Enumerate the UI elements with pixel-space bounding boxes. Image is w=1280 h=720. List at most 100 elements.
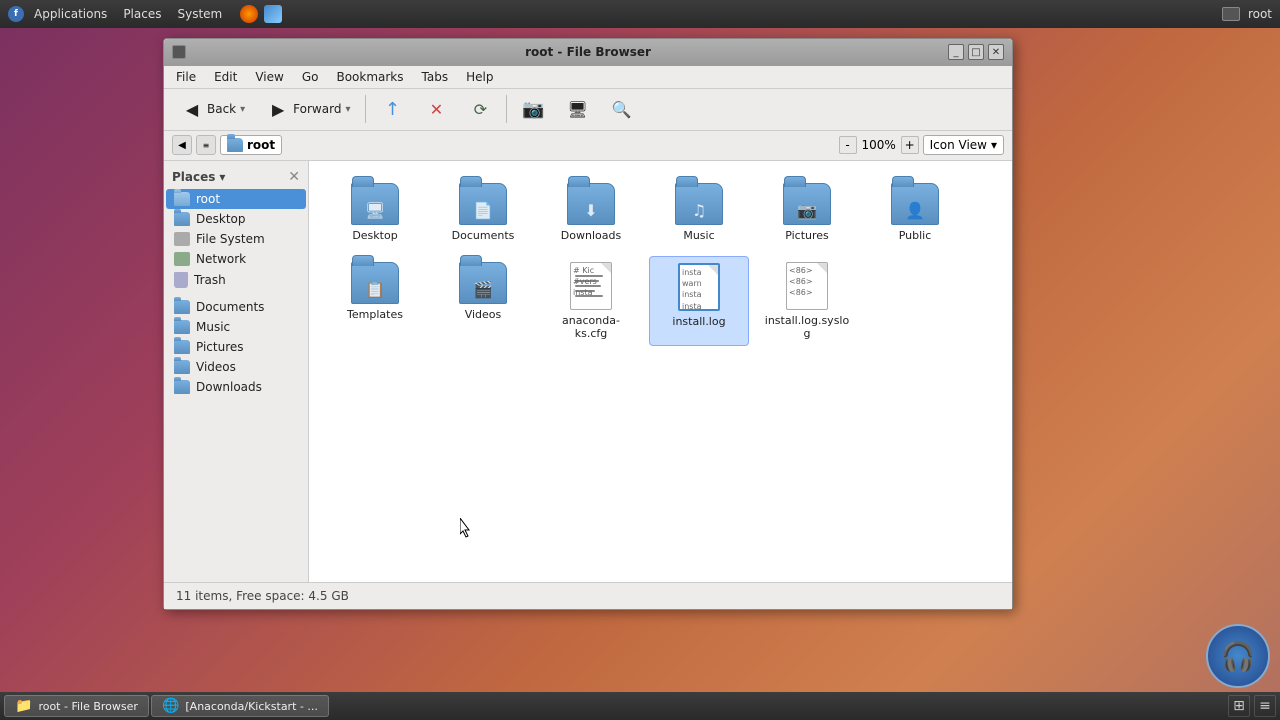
- sidebar-close-icon[interactable]: ✕: [288, 169, 300, 185]
- location-back-button[interactable]: ◀: [172, 135, 192, 155]
- sidebar-item-music[interactable]: Music: [166, 317, 306, 337]
- videos-folder-icon: 🎬: [459, 262, 507, 304]
- templates-folder-icon: 📋: [351, 262, 399, 304]
- top-panel-right: root: [1222, 7, 1272, 21]
- taskbar-anaconda-label: [Anaconda/Kickstart - ...: [185, 700, 317, 713]
- desktop-sidebar-icon: [174, 212, 190, 226]
- sidebar-item-videos-label: Videos: [196, 360, 236, 374]
- up-button[interactable]: ↑: [372, 93, 412, 125]
- reload-button[interactable]: ⟳: [460, 93, 500, 125]
- home-button[interactable]: 📷: [513, 93, 553, 125]
- taskbar-file-browser[interactable]: 📁 root - File Browser: [4, 695, 149, 717]
- documents-folder-icon: 📄: [459, 183, 507, 225]
- taskbar-right: ⊞ ≡: [1228, 695, 1276, 717]
- file-item-music[interactable]: ♫ Music: [649, 177, 749, 248]
- search-icon: 🔍: [610, 98, 632, 120]
- sidebar-item-videos[interactable]: Videos: [166, 357, 306, 377]
- sidebar-item-documents[interactable]: Documents: [166, 297, 306, 317]
- taskbar-anaconda[interactable]: 🌐 [Anaconda/Kickstart - ...: [151, 695, 329, 717]
- taskbar: 📁 root - File Browser 🌐 [Anaconda/Kickst…: [0, 692, 1280, 720]
- anaconda-cfg-icon: # Kic#versinsta: [570, 262, 612, 310]
- location-path[interactable]: root: [220, 135, 282, 155]
- menu-view[interactable]: View: [247, 68, 291, 86]
- maximize-button[interactable]: □: [968, 44, 984, 60]
- file-item-public[interactable]: 👤 Public: [865, 177, 965, 248]
- zoom-out-button[interactable]: -: [839, 136, 857, 154]
- sidebar-item-documents-label: Documents: [196, 300, 264, 314]
- username-label: root: [1248, 7, 1272, 21]
- sidebar-item-trash[interactable]: Trash: [166, 269, 306, 291]
- places-menu[interactable]: Places: [117, 5, 167, 23]
- system-menu[interactable]: System: [171, 5, 228, 23]
- computer-button[interactable]: 🖥: [557, 93, 597, 125]
- top-panel: f Applications Places System root: [0, 0, 1280, 28]
- minimize-button[interactable]: _: [948, 44, 964, 60]
- menu-edit[interactable]: Edit: [206, 68, 245, 86]
- sidebar-item-network[interactable]: Network: [166, 249, 306, 269]
- taskbar-grid-icon[interactable]: ⊞: [1228, 695, 1250, 717]
- close-button[interactable]: ✕: [988, 44, 1004, 60]
- file-item-pictures[interactable]: 📷 Pictures: [757, 177, 857, 248]
- file-item-documents[interactable]: 📄 Documents: [433, 177, 533, 248]
- back-button[interactable]: ◀ Back ▾: [172, 93, 254, 125]
- toolbar-separator-1: [365, 95, 366, 123]
- window-title: root - File Browser: [525, 45, 651, 59]
- sidebar-item-desktop[interactable]: Desktop: [166, 209, 306, 229]
- sidebar-item-root[interactable]: root: [166, 189, 306, 209]
- taskbar-file-browser-label: root - File Browser: [38, 700, 138, 713]
- location-toggle-button[interactable]: ≡: [196, 135, 216, 155]
- sidebar-item-filesystem[interactable]: File System: [166, 229, 306, 249]
- file-item-anaconda-cfg[interactable]: # Kic#versinsta anaconda-ks.cfg: [541, 256, 641, 346]
- sidebar-header[interactable]: Places ▾ ✕: [164, 165, 308, 189]
- install-log-syslog-label: install.log.syslog: [762, 314, 852, 340]
- file-item-downloads[interactable]: ⬇ Downloads: [541, 177, 641, 248]
- stop-button[interactable]: ✕: [416, 93, 456, 125]
- pictures-sidebar-icon: [174, 340, 190, 354]
- music-sidebar-icon: [174, 320, 190, 334]
- menu-go[interactable]: Go: [294, 68, 327, 86]
- sidebar-item-pictures-label: Pictures: [196, 340, 244, 354]
- forward-button[interactable]: ▶ Forward ▾: [258, 93, 359, 125]
- taskbar-folder-icon: 📁: [15, 698, 32, 714]
- up-arrow-icon: ↑: [381, 98, 403, 120]
- menu-tabs[interactable]: Tabs: [414, 68, 457, 86]
- videos-folder-label: Videos: [465, 308, 502, 321]
- menu-bookmarks[interactable]: Bookmarks: [328, 68, 411, 86]
- music-folder-icon: ♫: [675, 183, 723, 225]
- update-icon[interactable]: [264, 5, 282, 23]
- path-label: root: [247, 138, 275, 152]
- taskbar-list-icon[interactable]: ≡: [1254, 695, 1276, 717]
- zoom-level: 100%: [861, 138, 897, 152]
- view-mode-dropdown-icon: ▾: [991, 138, 997, 152]
- desktop-folder-icon: 🖥: [351, 183, 399, 225]
- music-folder-label: Music: [683, 229, 714, 242]
- public-folder-icon: 👤: [891, 183, 939, 225]
- file-item-templates[interactable]: 📋 Templates: [325, 256, 425, 346]
- window-inner: root - File Browser _ □ ✕ File Edit View…: [164, 39, 1012, 609]
- window-menu-icon[interactable]: [172, 45, 186, 59]
- sidebar-item-pictures[interactable]: Pictures: [166, 337, 306, 357]
- display-icon[interactable]: [1222, 7, 1240, 21]
- menu-file[interactable]: File: [168, 68, 204, 86]
- applications-menu[interactable]: Applications: [28, 5, 113, 23]
- network-icon: [174, 252, 190, 266]
- install-log-syslog-icon: <86><86><86>: [786, 262, 828, 310]
- install-log-label: install.log: [672, 315, 725, 328]
- sidebar-header-dropdown: ▾: [219, 170, 225, 184]
- file-item-desktop[interactable]: 🖥 Desktop: [325, 177, 425, 248]
- taskbar-web-icon: 🌐: [162, 698, 179, 714]
- root-folder-icon: [174, 192, 190, 206]
- computer-icon-toolbar: 🖥: [566, 98, 588, 120]
- sidebar-item-downloads[interactable]: Downloads: [166, 377, 306, 397]
- file-item-install-log[interactable]: instawarninstainsta install.log: [649, 256, 749, 346]
- menu-help[interactable]: Help: [458, 68, 501, 86]
- zoom-in-button[interactable]: +: [901, 136, 919, 154]
- view-mode-label: Icon View: [930, 138, 987, 152]
- search-button[interactable]: 🔍: [601, 93, 641, 125]
- firefox-icon[interactable]: [240, 5, 258, 23]
- public-folder-label: Public: [899, 229, 932, 242]
- view-mode-selector[interactable]: Icon View ▾: [923, 135, 1004, 155]
- anaconda-cfg-label: anaconda-ks.cfg: [547, 314, 635, 340]
- file-item-videos[interactable]: 🎬 Videos: [433, 256, 533, 346]
- file-item-install-log-syslog[interactable]: <86><86><86> install.log.syslog: [757, 256, 857, 346]
